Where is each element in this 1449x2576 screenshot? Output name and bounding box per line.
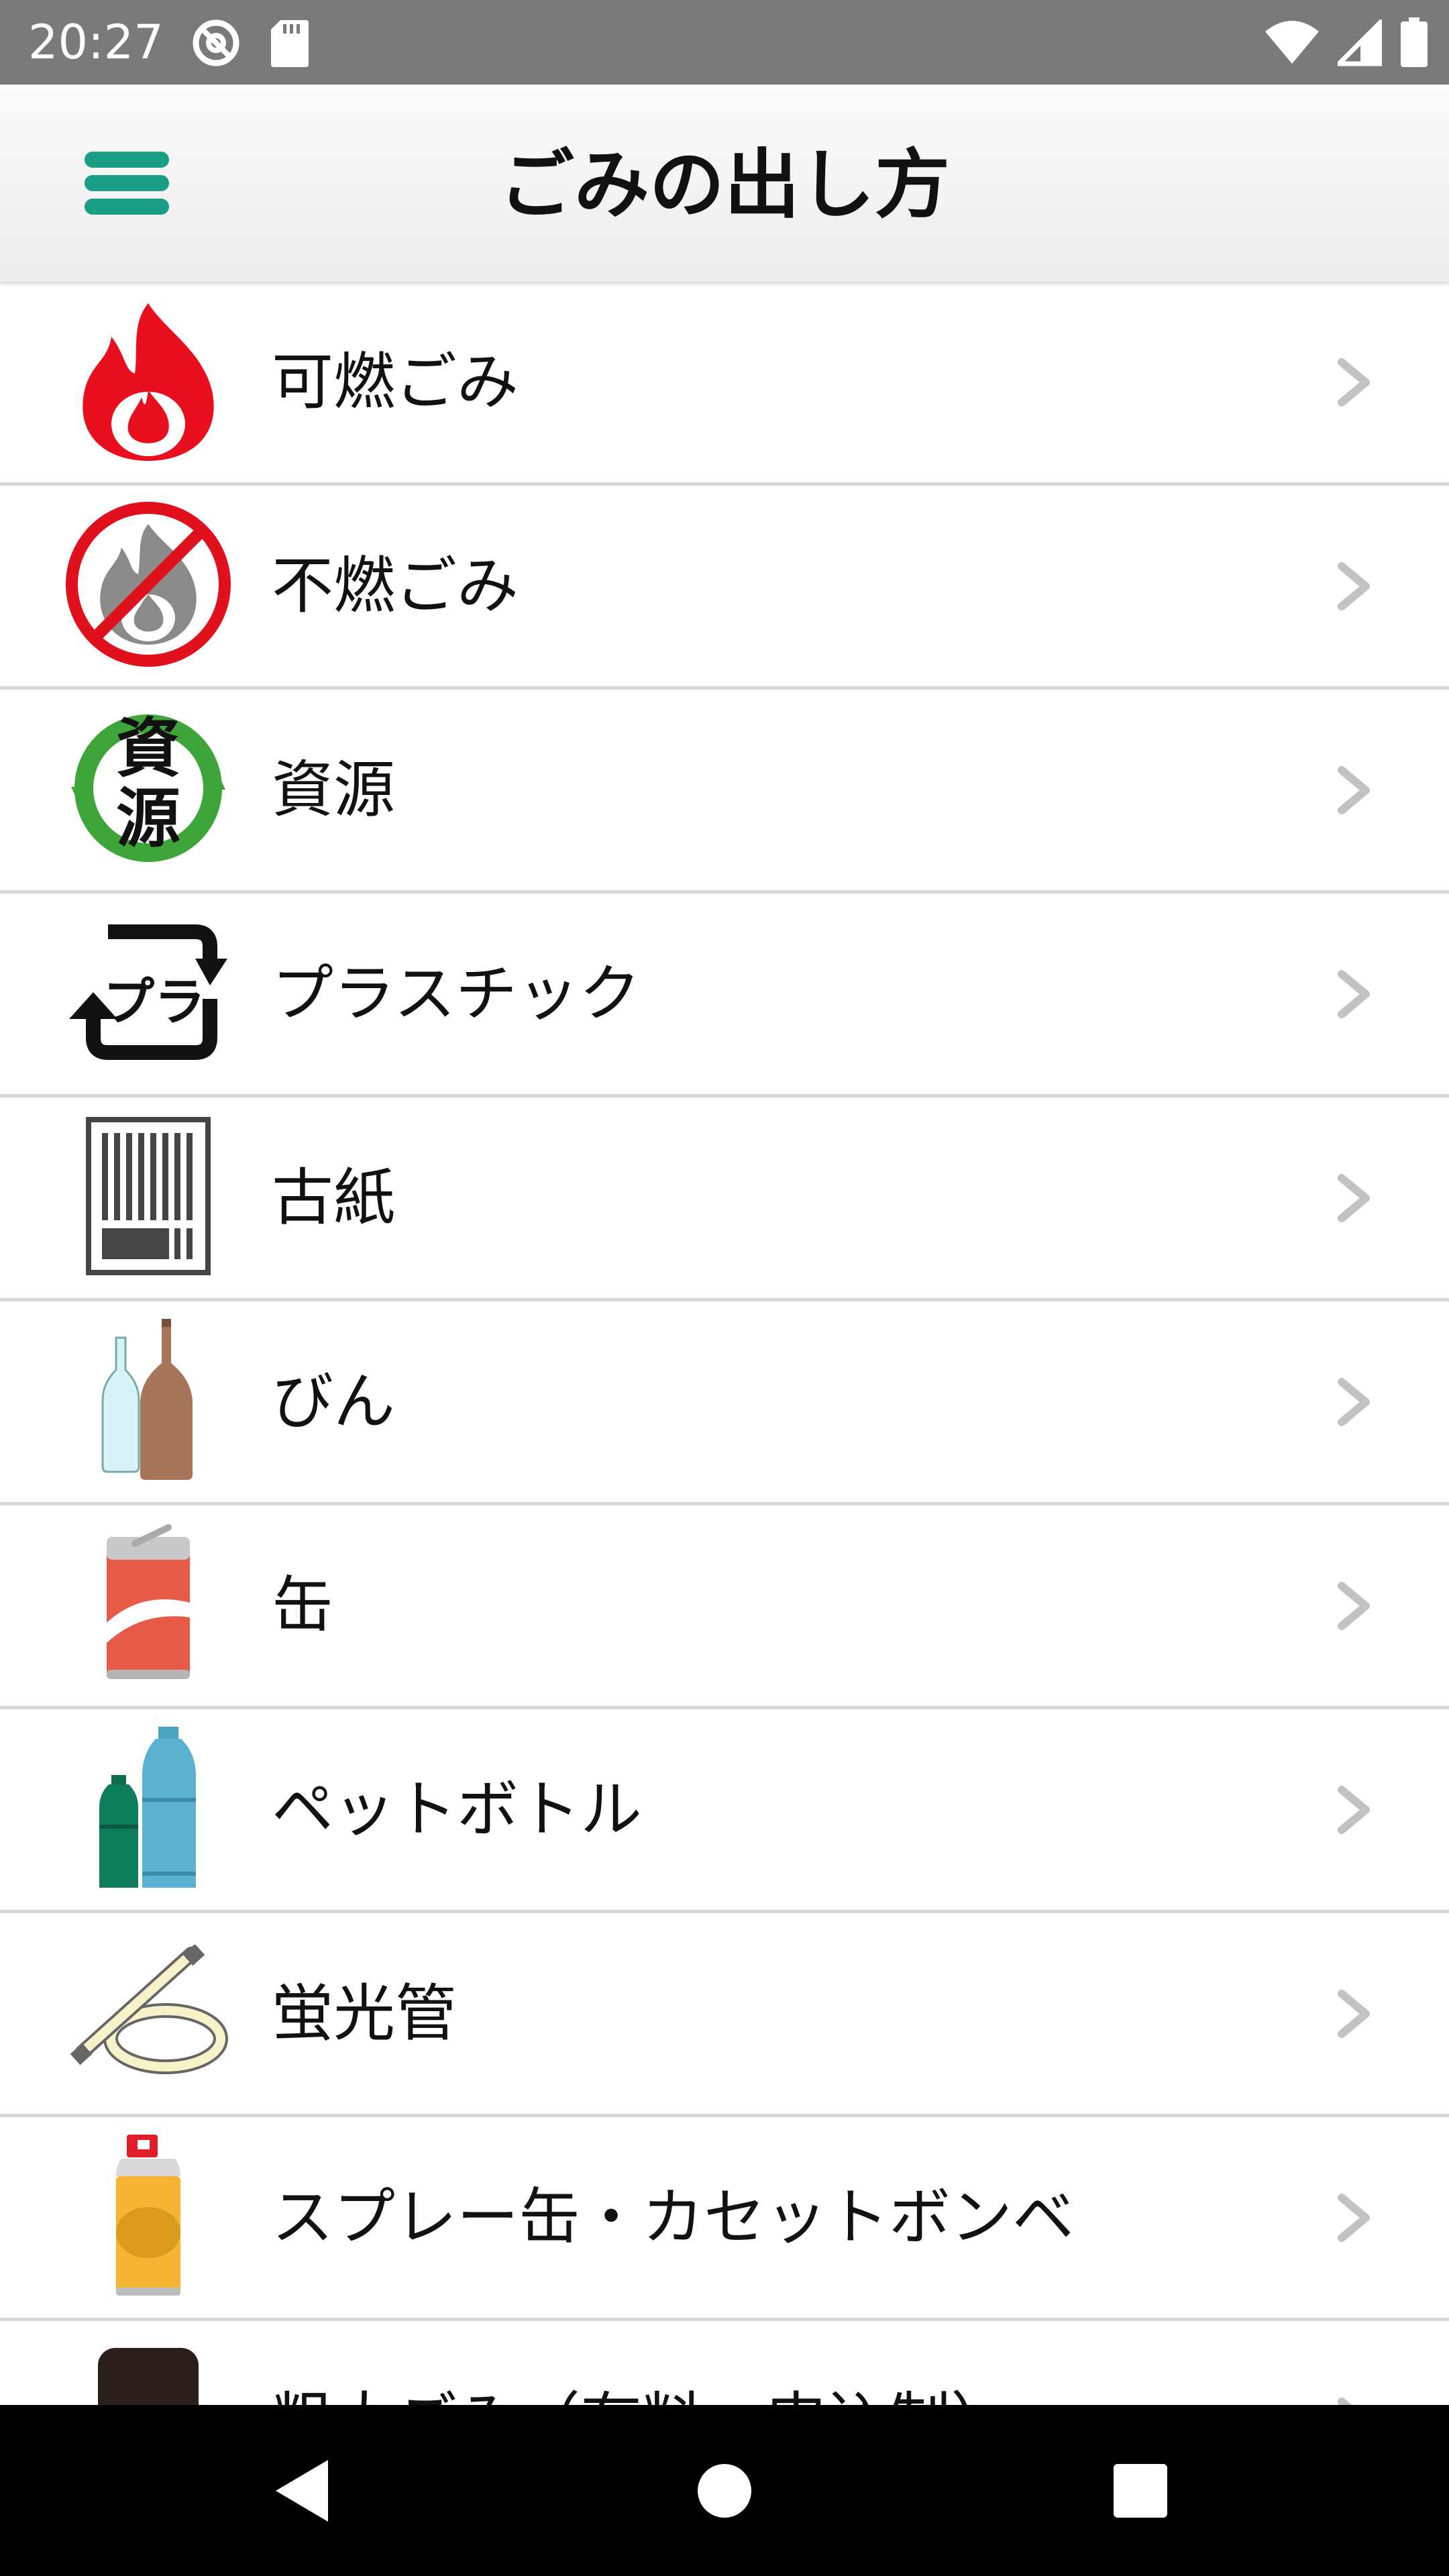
list-item-label: プラスチック [272, 958, 641, 1030]
spray-can-icon [64, 2132, 232, 2300]
nav-back-button[interactable] [221, 2405, 382, 2576]
no-flame-icon [64, 500, 232, 668]
chair-icon [64, 2336, 232, 2405]
nav-recents-button[interactable] [1060, 2405, 1221, 2576]
chevron-right-icon [1338, 562, 1370, 610]
icon-text-bottom: 源 [116, 781, 180, 856]
pet-bottle-icon [64, 1724, 232, 1892]
list-item-pet-bottles[interactable]: ペットボトル [0, 1709, 1449, 1913]
list-item-label: 可燃ごみ [272, 346, 519, 418]
list-item-bottles[interactable]: びん [0, 1301, 1449, 1505]
list-item-cans[interactable]: 缶 [0, 1505, 1449, 1709]
chevron-right-icon [1338, 1174, 1370, 1222]
recents-icon [1114, 2463, 1167, 2518]
sd-card-icon [271, 20, 309, 67]
list-item-label: スプレー缶・カセットボンベ [272, 2182, 1075, 2253]
chevron-right-icon [1338, 2398, 1352, 2405]
battery-icon [1401, 17, 1428, 67]
can-icon [64, 1520, 232, 1688]
page-title: ごみの出し方 [499, 142, 950, 229]
status-right-icons [1264, 16, 1429, 70]
chevron-right-icon [1338, 1378, 1370, 1426]
home-icon [698, 2463, 751, 2518]
back-icon [276, 2459, 328, 2522]
status-time: 20:27 [28, 15, 164, 70]
list-item-label: 粗大ごみ（有料・申込制） [272, 2321, 1012, 2405]
chevron-right-icon [1338, 358, 1370, 407]
bottles-icon [64, 1316, 232, 1484]
list-item-label: 蛍光管 [272, 1978, 458, 2049]
category-list: 可燃ごみ 不燃ごみ 資 源 資源 プラ プラスチック 古紙 びん 缶 ペットボト… [0, 282, 1449, 2405]
list-item-non-burnable[interactable]: 不燃ごみ [0, 486, 1449, 690]
fluorescent-tube-icon [64, 1928, 232, 2096]
chevron-right-icon [1338, 2194, 1370, 2242]
plastic-recycle-icon: プラ [64, 908, 232, 1076]
list-item-label: 古紙 [272, 1162, 396, 1234]
list-item-label: 不燃ごみ [272, 550, 519, 622]
status-bar: 20:27 [0, 0, 1449, 85]
chevron-right-icon [1338, 1786, 1370, 1834]
list-item-label: 缶 [272, 1570, 334, 1642]
list-item-label: ペットボトル [272, 1774, 643, 1845]
chevron-right-icon [1338, 970, 1370, 1018]
chevron-right-icon [1338, 1990, 1370, 2038]
system-nav-bar [0, 2405, 1449, 2576]
list-item-spray-cans[interactable]: スプレー缶・カセットボンベ [0, 2117, 1449, 2321]
list-item-old-paper[interactable]: 古紙 [0, 1097, 1449, 1301]
list-item-resources[interactable]: 資 源 資源 [0, 690, 1449, 894]
app-header: ごみの出し方 [0, 85, 1449, 282]
list-item-label: 資源 [272, 754, 396, 826]
nav-home-button[interactable] [644, 2405, 805, 2576]
chevron-right-icon [1338, 766, 1370, 814]
chevron-right-icon [1338, 1582, 1370, 1630]
list-item-oversized[interactable]: 粗大ごみ（有料・申込制） [0, 2321, 1449, 2405]
list-item-plastic[interactable]: プラ プラスチック [0, 894, 1449, 1097]
list-item-burnable[interactable]: 可燃ごみ [0, 282, 1449, 486]
icon-text-top: 資 [116, 711, 180, 786]
list-item-fluorescent[interactable]: 蛍光管 [0, 1913, 1449, 2117]
recycle-resource-icon: 資 源 [64, 704, 232, 872]
old-paper-icon [64, 1112, 232, 1280]
status-left-icons [189, 16, 310, 70]
list-item-label: びん [272, 1366, 396, 1438]
icon-text: プラ [103, 972, 205, 1032]
signal-icon [1338, 19, 1382, 66]
flame-icon [64, 297, 232, 464]
wifi-icon [1265, 21, 1319, 64]
at-sign-icon [193, 19, 239, 66]
